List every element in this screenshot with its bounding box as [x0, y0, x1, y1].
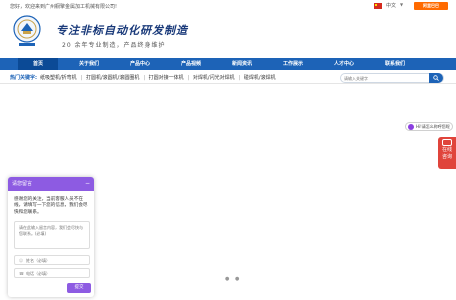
divider: | [187, 75, 190, 81]
chat-icon [442, 139, 452, 146]
nav-item-works[interactable]: 工作展示 [273, 58, 313, 70]
slogan-title: 专注非标自动化研发制造 [56, 24, 188, 37]
china-flag-icon[interactable] [374, 3, 382, 9]
divider: | [80, 75, 83, 81]
name-input[interactable] [26, 257, 86, 264]
nav-item-videos[interactable]: 产品视频 [171, 58, 211, 70]
hot-link[interactable]: 打圆对接一体机 [149, 75, 184, 81]
search-box [340, 73, 444, 83]
nav-item-about[interactable]: 关于我们 [69, 58, 109, 70]
message-panel-header: 请您留言 − [8, 177, 94, 191]
carousel-dots[interactable]: ● ● [225, 276, 241, 282]
search-input[interactable] [344, 75, 424, 82]
name-field: ☺ [14, 255, 90, 265]
chat-greeting-text: Hi!请怎么称呼您呢 [416, 124, 450, 129]
message-panel-title: 请您留言 [12, 181, 33, 187]
message-textarea[interactable] [14, 221, 90, 249]
online-consult-button[interactable]: 在线 咨询 [438, 137, 456, 169]
consult-label-2: 咨询 [441, 154, 452, 160]
language-selector[interactable]: 中文 [386, 2, 396, 9]
hot-keywords-list: 纸吸塑机/折弯机 | 打圆机/滚圆机/滚圆圈机 | 打圆对接一体机 | 对焊机/闪光对… [40, 74, 278, 81]
nav-item-news[interactable]: 新闻资讯 [222, 58, 262, 70]
main-nav: 首页 关于我们 产品中心 产品视频 新闻资讯 工作展示 人才中心 联系我们 [0, 58, 456, 70]
hot-link[interactable]: 纸吸塑机/折弯机 [40, 75, 77, 81]
divider: | [143, 75, 146, 81]
nav-item-products[interactable]: 产品中心 [120, 58, 160, 70]
top-bar: 您好，欢迎来到广州橱擎金属加工机械有限公司! 中文 ▼ 阿里巴巴 [0, 0, 456, 12]
search-icon [433, 75, 439, 81]
hot-keywords-label: 热门关键字: [10, 75, 38, 81]
chat-greeting-pill[interactable]: Hi!请怎么称呼您呢 [405, 122, 453, 131]
hot-link[interactable]: 碰焊机/滚焊机 [244, 75, 276, 81]
slogan-subtitle: 20 余年专业制造，产品终身维护 [62, 42, 166, 49]
chevron-down-icon[interactable]: ▼ [400, 2, 403, 7]
search-button[interactable] [429, 73, 443, 83]
user-icon: ☺ [19, 258, 24, 263]
leave-message-panel: 请您留言 − 感谢您的关注，当前客服人员不在线，请填写一下您的信息，我们会尽快和… [8, 177, 94, 297]
chat-bubble-icon [408, 124, 414, 130]
welcome-text: 您好，欢迎来到广州橱擎金属加工机械有限公司! [10, 4, 118, 10]
phone-input[interactable] [26, 270, 86, 277]
hot-link[interactable]: 对焊机/闪光对焊机 [193, 75, 235, 81]
submit-button[interactable]: 提交 [67, 283, 91, 293]
divider: | [238, 75, 241, 81]
phone-icon: ☎ [19, 271, 24, 276]
consult-label-1: 在线 [441, 147, 452, 153]
nav-item-contact[interactable]: 联系我们 [375, 58, 415, 70]
nav-item-home[interactable]: 首页 [18, 58, 58, 70]
nav-item-talent[interactable]: 人才中心 [324, 58, 364, 70]
phone-field: ☎ [14, 268, 90, 278]
message-intro: 感谢您的关注，当前客服人员不在线，请填写一下您的信息，我们会尽快和您联系。 [14, 197, 88, 215]
company-logo-icon[interactable] [10, 14, 44, 48]
alibaba-badge[interactable]: 阿里巴巴 [414, 2, 448, 10]
hot-link[interactable]: 打圆机/滚圆机/滚圆圈机 [86, 75, 139, 81]
minimize-icon[interactable]: − [85, 177, 90, 191]
